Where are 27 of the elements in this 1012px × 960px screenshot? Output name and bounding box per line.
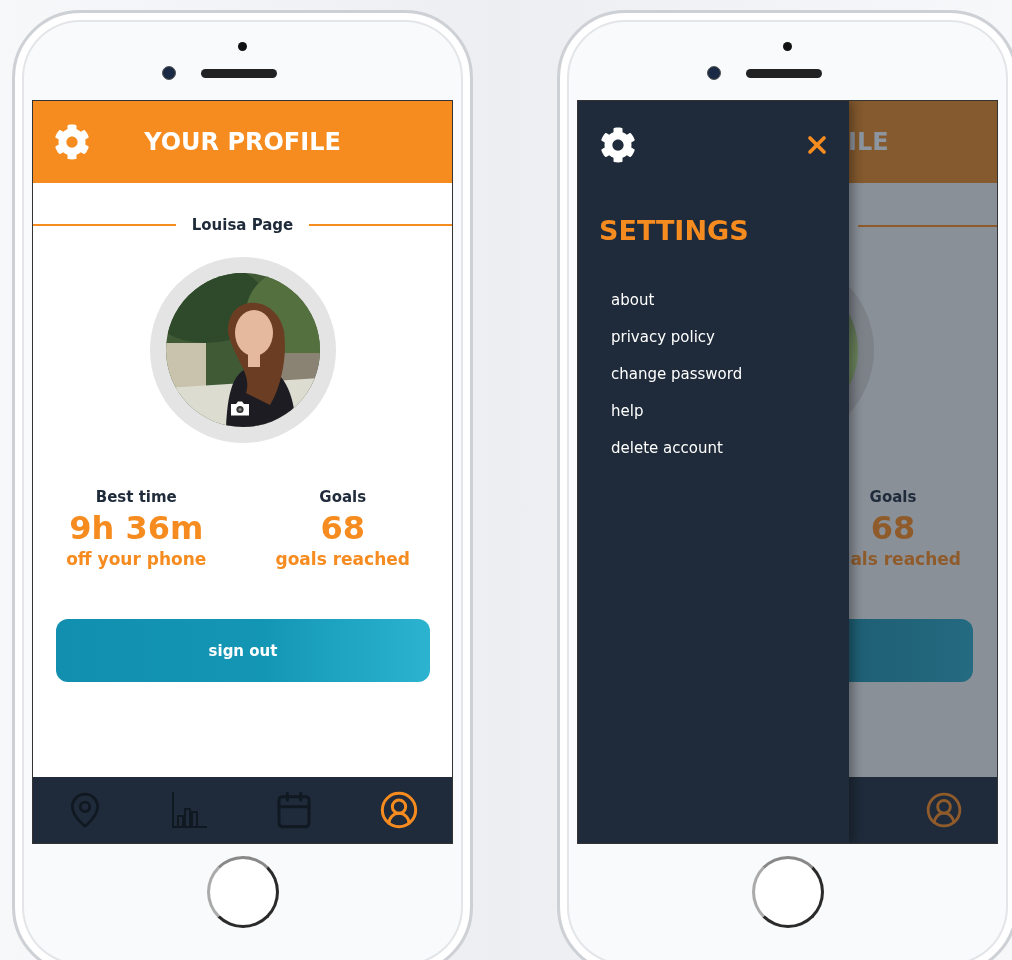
camera-icon[interactable] [229,401,250,416]
drawer-title: SETTINGS [599,215,750,246]
header-title: YOUR PROFILE [143,128,342,156]
user-icon[interactable] [925,791,963,829]
settings-icon[interactable] [600,127,636,163]
user-icon[interactable] [379,790,420,830]
menu-item[interactable]: privacy policy [611,327,849,348]
stat-value: 9h 36m [69,511,204,545]
menu-item[interactable]: change password [611,364,849,385]
stat-caption: goals reached [275,549,410,569]
sensor-dot [783,42,792,51]
menu-item[interactable]: about [611,290,849,311]
front-camera [162,66,176,80]
stat-caption: als reached [850,549,961,569]
stat-caption: off your phone [66,549,207,569]
stat-label: Goals [869,488,917,506]
menu-item[interactable]: delete account [611,438,849,459]
stat-value: 68 [320,511,365,545]
user-name: Louisa Page [191,216,294,234]
header-title: ILE [849,128,889,156]
menu-item[interactable]: help [611,401,849,422]
stat-value: 68 [870,511,916,545]
sign-out-button[interactable]: sign out [56,619,430,682]
stat-label: Goals [319,488,367,506]
front-camera [707,66,721,80]
stat-label: Best time [95,488,177,506]
sensor-dot [238,42,247,51]
